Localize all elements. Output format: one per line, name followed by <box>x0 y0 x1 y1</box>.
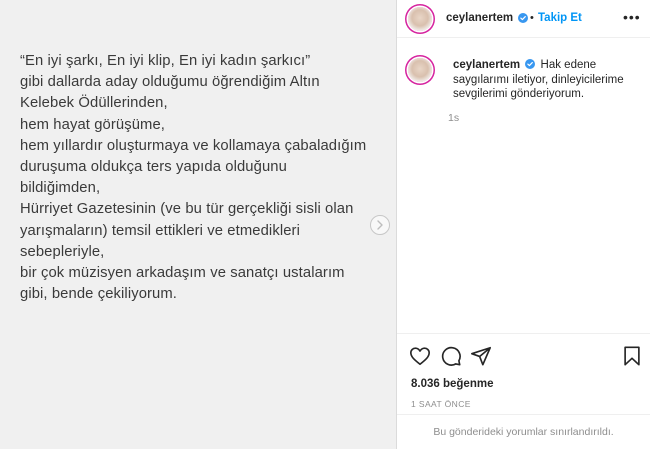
media-text-line: gibi, bende çekiliyorum. <box>20 286 178 303</box>
follow-button[interactable]: Takip Et <box>538 12 582 24</box>
verified-icon <box>525 59 536 69</box>
caption-avatar[interactable] <box>408 58 432 82</box>
next-slide-button[interactable] <box>370 215 390 235</box>
post-timestamp[interactable]: 1 SAAT ÖNCE <box>411 399 471 409</box>
verified-icon <box>518 13 528 23</box>
chevron-right-icon <box>377 220 383 230</box>
likes-count[interactable]: 8.036 beğenme <box>411 378 493 390</box>
media-text-line: duruşuma oldukça ters yapıda olduğunu <box>20 159 287 176</box>
heart-icon[interactable] <box>409 345 431 367</box>
caption-time-ago: 1s <box>448 112 460 124</box>
comment-icon[interactable] <box>440 345 462 367</box>
media-text-line: hem yıllardır oluşturmaya ve kollamaya ç… <box>20 137 367 154</box>
caption-username[interactable]: ceylanertem <box>453 59 520 71</box>
header-username[interactable]: ceylanertem <box>446 12 513 24</box>
post-header: ceylanertem • Takip Et ••• <box>397 0 650 38</box>
media-text-line: bildiğimden, <box>20 180 101 197</box>
share-icon[interactable] <box>470 345 492 367</box>
post-media[interactable]: “En iyi şarkı, En iyi klip, En iyi kadın… <box>0 0 397 449</box>
comments-restricted-notice: Bu gönderideki yorumlar sınırlandırıldı. <box>397 414 650 449</box>
media-text-line: gibi dallarda aday olduğumu öğrendiğim A… <box>20 74 320 91</box>
media-text-line: bir çok müzisyen arkadaşım ve sanatçı us… <box>20 265 345 282</box>
bookmark-icon[interactable] <box>621 345 643 367</box>
media-text-line: hem hayat görüşüme, <box>20 116 166 133</box>
media-text-line: Hürriyet Gazetesinin (ve bu tür gerçekli… <box>20 201 354 218</box>
media-text-line: yarışmaların) temsil ettikleri ve etmedi… <box>20 222 300 239</box>
media-text-line: Kelebek Ödüllerinden, <box>20 95 168 112</box>
header-separator: • <box>530 12 534 24</box>
more-options-button[interactable]: ••• <box>623 9 641 25</box>
caption: ceylanertem Hak edene saygılarımı iletiy… <box>453 58 643 102</box>
post-media-text: “En iyi şarkı, En iyi klip, En iyi kadın… <box>20 51 380 305</box>
avatar[interactable] <box>408 7 432 31</box>
media-text-line: “En iyi şarkı, En iyi klip, En iyi kadın… <box>20 53 311 69</box>
media-text-line: sebepleriyle, <box>20 243 105 260</box>
